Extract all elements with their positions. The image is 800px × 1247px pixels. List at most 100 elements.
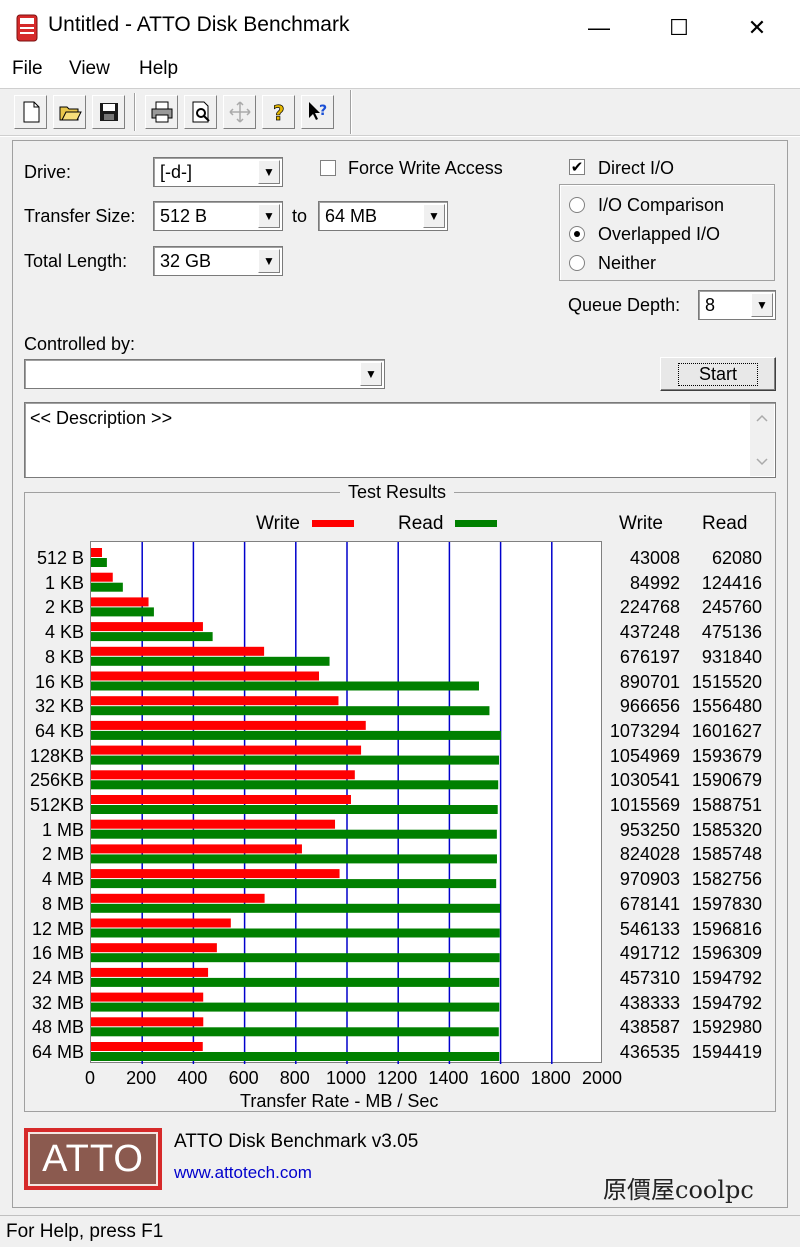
save-button[interactable] <box>92 95 125 129</box>
total-length-label: Total Length: <box>24 251 128 271</box>
write-bar <box>91 943 217 953</box>
toolbar-separator <box>134 93 136 131</box>
chevron-down-icon[interactable]: ▼ <box>258 204 280 228</box>
start-button[interactable]: Start <box>660 357 776 391</box>
x-axis-label: Transfer Rate - MB / Sec <box>240 1091 439 1111</box>
write-bar <box>91 819 336 829</box>
read-bar <box>91 607 154 617</box>
force-write-checkbox[interactable] <box>320 160 336 176</box>
app-icon <box>16 14 38 42</box>
column-header-write: Write <box>619 513 663 534</box>
transfer-from-value: 512 B <box>160 206 208 226</box>
read-bar <box>91 1027 499 1037</box>
write-bar <box>91 844 302 854</box>
write-bar <box>91 770 355 780</box>
write-bar <box>91 869 340 879</box>
legend-read-label: Read <box>398 513 444 534</box>
chevron-down-icon[interactable]: ▼ <box>258 160 280 184</box>
read-bar <box>91 903 501 913</box>
transfer-size-label: Transfer Size: <box>24 206 136 226</box>
context-help-button[interactable]: ? <box>301 95 334 129</box>
read-bar <box>91 706 490 716</box>
svg-text:?: ? <box>319 103 327 119</box>
chevron-down-icon[interactable]: ▼ <box>751 293 773 317</box>
neither-radio[interactable] <box>569 255 585 271</box>
open-button[interactable] <box>53 95 86 129</box>
chevron-down-icon[interactable]: ▼ <box>360 362 382 386</box>
read-bar <box>91 582 123 592</box>
chevron-down-icon[interactable]: ▼ <box>423 204 445 228</box>
io-comparison-radio[interactable] <box>569 197 585 213</box>
print-preview-icon <box>192 101 210 123</box>
write-bar <box>91 992 204 1002</box>
print-icon <box>151 101 172 123</box>
total-length-value: 32 GB <box>160 251 212 271</box>
print-preview-button[interactable] <box>184 95 217 129</box>
read-bar <box>91 1052 500 1061</box>
controlled-by-select[interactable]: ▼ <box>24 359 385 389</box>
queue-depth-select[interactable]: 8 ▼ <box>698 290 776 320</box>
direct-io-label: Direct I/O <box>598 158 675 178</box>
window-title: Untitled - ATTO Disk Benchmark <box>48 13 350 36</box>
direct-io-checkbox[interactable]: ✔ <box>569 159 585 175</box>
watermark: 原價屋coolpc <box>603 1176 754 1204</box>
menu-help[interactable]: Help <box>139 58 178 80</box>
write-bar <box>91 1042 203 1051</box>
menu-bar <box>0 56 800 86</box>
queue-depth-value: 8 <box>705 295 716 315</box>
overlapped-io-radio[interactable] <box>569 226 585 242</box>
print-button[interactable] <box>145 95 178 129</box>
write-bar <box>91 622 203 632</box>
write-bar <box>91 720 366 730</box>
website-link[interactable]: www.attotech.com <box>174 1163 312 1183</box>
total-length-select[interactable]: 32 GB ▼ <box>153 246 283 276</box>
version-text: ATTO Disk Benchmark v3.05 <box>174 1131 419 1152</box>
move-button[interactable] <box>223 95 256 129</box>
test-results-title: Test Results <box>340 482 455 503</box>
write-bar <box>91 1017 204 1027</box>
read-bar <box>91 953 500 963</box>
write-bar <box>91 795 351 804</box>
read-bar <box>91 854 497 864</box>
checkmark-icon: ✔ <box>570 158 584 176</box>
description-text: << Description >> <box>30 408 173 428</box>
write-bar <box>91 967 209 977</box>
read-bar <box>91 1002 500 1012</box>
write-bar <box>91 548 103 557</box>
svg-text:?: ? <box>273 101 285 124</box>
status-text: For Help, press F1 <box>6 1221 164 1242</box>
column-header-read: Read <box>702 513 748 534</box>
new-icon <box>23 101 39 123</box>
read-bar <box>91 805 498 814</box>
minimize-icon: — <box>588 15 610 40</box>
drive-label: Drive: <box>24 162 72 182</box>
write-bar <box>91 646 265 656</box>
transfer-to-value: 64 MB <box>325 206 378 226</box>
write-bar <box>91 696 339 706</box>
help-button[interactable]: ? <box>262 95 295 129</box>
minimize-button[interactable]: — <box>568 0 630 56</box>
read-bar <box>91 656 330 666</box>
transfer-to-select[interactable]: 64 MB ▼ <box>318 201 448 231</box>
new-button[interactable] <box>14 95 47 129</box>
legend-read-swatch <box>455 520 497 527</box>
description-scrollbar[interactable] <box>750 404 774 476</box>
force-write-label: Force Write Access <box>348 158 503 178</box>
write-bar <box>91 671 320 681</box>
chevron-down-icon[interactable]: ▼ <box>258 249 280 273</box>
menu-view[interactable]: View <box>69 58 110 80</box>
neither-label: Neither <box>598 253 657 273</box>
drive-select[interactable]: [-d-] ▼ <box>153 157 283 187</box>
menu-file[interactable]: File <box>12 58 43 80</box>
read-bar <box>91 977 500 987</box>
transfer-from-select[interactable]: 512 B ▼ <box>153 201 283 231</box>
save-icon <box>99 103 118 121</box>
help-icon: ? <box>272 101 285 124</box>
overlapped-io-label: Overlapped I/O <box>598 224 721 244</box>
maximize-button[interactable]: ☐ <box>648 0 710 56</box>
close-button[interactable]: ✕ <box>726 0 788 56</box>
read-bar <box>91 632 213 642</box>
drive-value: [-d-] <box>160 162 193 182</box>
read-bar <box>91 755 499 765</box>
maximize-icon: ☐ <box>669 15 689 40</box>
